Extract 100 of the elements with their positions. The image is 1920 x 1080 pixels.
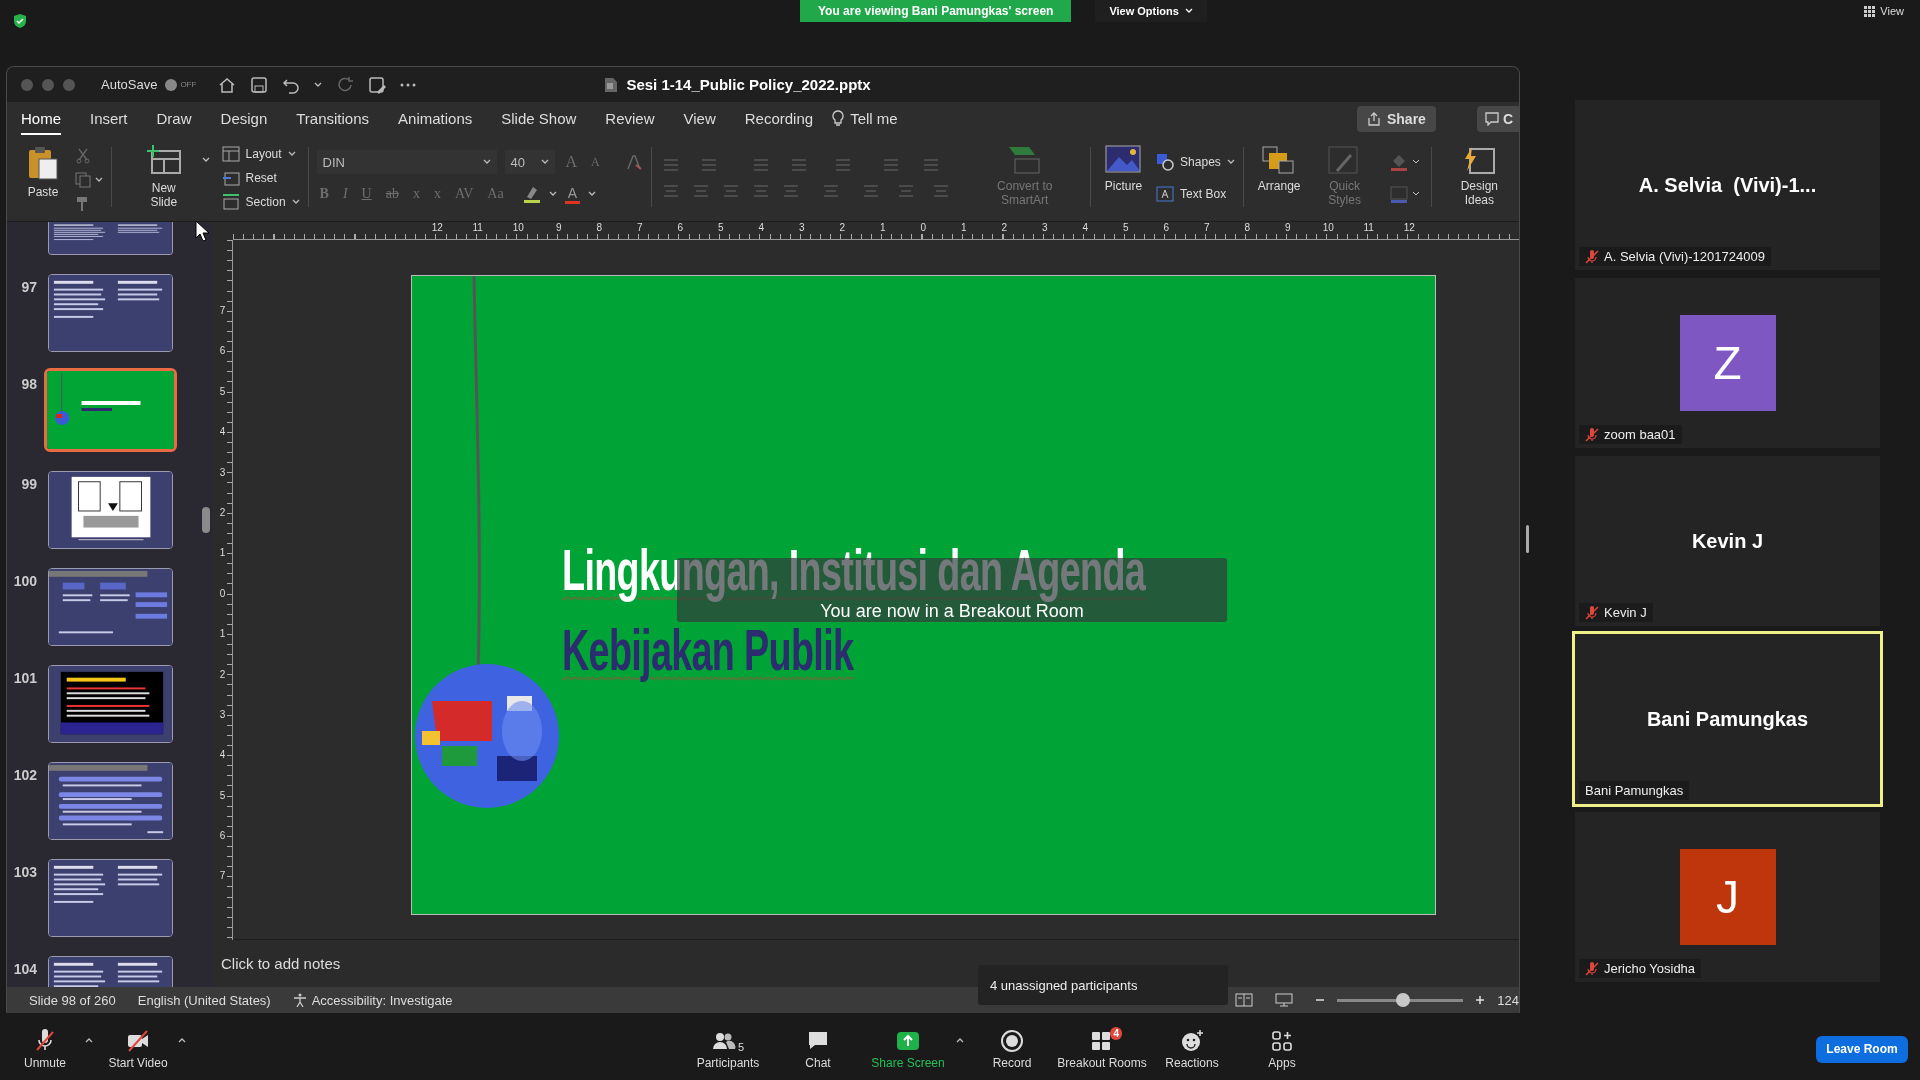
new-slide-button[interactable]: New Slide <box>133 135 194 221</box>
slide-thumbnail[interactable] <box>48 471 173 549</box>
design-ideas-button[interactable]: Design Ideas <box>1439 135 1519 221</box>
screen-share-banner: You are viewing Bani Pamungkas' screen <box>800 0 1072 22</box>
comments-button[interactable]: C <box>1476 105 1519 132</box>
caret-icon[interactable] <box>482 159 491 165</box>
caret-icon[interactable] <box>291 199 300 205</box>
avatar: Z <box>1679 315 1776 411</box>
caret-icon[interactable] <box>95 177 103 183</box>
language-label[interactable]: English (United States) <box>137 992 271 1008</box>
picture-icon <box>1105 145 1142 175</box>
ribbon-tab[interactable]: Transitions <box>296 104 370 136</box>
ribbon-tab[interactable]: Insert <box>90 104 128 136</box>
toolbar-button[interactable]: Record <box>967 1028 1057 1070</box>
toolbar-button[interactable]: 4 Breakout Rooms <box>1057 1028 1147 1070</box>
smartart-icon <box>1006 145 1043 175</box>
slide-thumbnail[interactable] <box>48 762 173 840</box>
highlighter-icon[interactable] <box>522 185 541 203</box>
toolbar-button[interactable]: Reactions <box>1147 1028 1237 1070</box>
font-color-button[interactable]: A <box>564 184 580 204</box>
slide-number: 99 <box>20 476 37 492</box>
font-dropdown[interactable]: DIN <box>316 150 497 174</box>
participant-name: A. Selvia (Vivi)-1... <box>1638 173 1817 197</box>
apps-icon <box>1270 1028 1294 1053</box>
ribbon-tab[interactable]: Draw <box>156 104 192 136</box>
arrange-button[interactable]: Arrange <box>1251 135 1307 221</box>
zoom-percent[interactable]: 124 <box>1497 992 1519 1008</box>
more-icon[interactable] <box>400 82 417 87</box>
redo-icon[interactable] <box>336 75 355 94</box>
slide-number: 104 <box>12 961 37 977</box>
caret-icon[interactable] <box>540 159 549 165</box>
comment-icon <box>1484 111 1499 126</box>
slide-thumbnail[interactable] <box>48 568 173 646</box>
resize-handle[interactable] <box>1526 525 1529 553</box>
reset-button[interactable]: Reset <box>221 168 300 188</box>
name-label: zoom baa01 <box>1579 425 1682 444</box>
camera-off-icon <box>126 1028 150 1053</box>
caret-icon[interactable] <box>201 157 210 163</box>
name-label: A. Selvia (Vivi)-1201724009 <box>1579 247 1771 266</box>
toolbar-button[interactable]: Unmute <box>8 1028 82 1070</box>
shapes-button[interactable]: Shapes <box>1156 152 1235 172</box>
record-icon <box>1000 1028 1024 1053</box>
slide-show-icon[interactable] <box>1275 993 1294 1007</box>
caret-icon[interactable] <box>1226 159 1235 165</box>
scrollbar-thumb[interactable] <box>202 507 210 533</box>
lightbulb-icon <box>832 109 845 128</box>
notes-placeholder[interactable]: Click to add notes <box>221 955 341 972</box>
section-button[interactable]: Section <box>221 192 300 212</box>
caret-icon[interactable] <box>287 151 296 157</box>
caret-icon[interactable] <box>178 1037 186 1043</box>
slide-thumbnail[interactable] <box>48 222 173 255</box>
ribbon-tab[interactable]: Recording <box>744 104 814 136</box>
normal-view-icon[interactable] <box>1235 993 1254 1007</box>
microphone-muted-icon <box>33 1028 57 1053</box>
toolbar-button[interactable]: 5 Participants <box>683 1028 773 1070</box>
layout-button[interactable]: Layout <box>221 144 300 164</box>
autosave-toggle[interactable]: OFF <box>165 78 197 91</box>
mouse-cursor-icon <box>195 220 211 242</box>
view-options-button[interactable]: View Options <box>1095 0 1207 22</box>
slide-thumbnail[interactable] <box>48 859 173 937</box>
clear-format-icon[interactable] <box>624 153 643 171</box>
slide-thumbnail[interactable] <box>48 274 173 352</box>
accessibility-button[interactable]: Accessibility: Investigate <box>292 992 453 1008</box>
toolbar-button[interactable]: Chat <box>773 1028 863 1070</box>
ribbon-tab[interactable]: Review <box>605 104 655 136</box>
text-box-button[interactable]: Text Box <box>1156 184 1235 204</box>
ribbon-tab[interactable]: Animations <box>398 104 473 136</box>
caret-icon[interactable] <box>548 191 557 197</box>
save-icon[interactable] <box>250 75 269 94</box>
home-icon[interactable] <box>218 75 237 94</box>
leave-room-button[interactable]: Leave Room <box>1816 1035 1908 1063</box>
slide-thumbnail[interactable] <box>44 368 177 452</box>
ribbon-tab[interactable]: Design <box>220 104 268 136</box>
picture-button[interactable]: Picture <box>1098 135 1149 221</box>
caret-icon[interactable] <box>85 1037 93 1043</box>
toolbar-button[interactable]: Apps <box>1237 1028 1327 1070</box>
slider-thumb[interactable] <box>1395 993 1410 1007</box>
paste-button[interactable]: Paste <box>21 135 65 221</box>
tell-me-search[interactable]: Tell me <box>832 109 898 128</box>
participant-name: Bani Pamungkas <box>1646 707 1809 731</box>
ribbon-tab[interactable]: View <box>683 104 716 136</box>
name-label: Kevin J <box>1579 603 1653 622</box>
view-button[interactable]: View <box>1864 0 1904 22</box>
scissors-icon[interactable] <box>75 148 91 164</box>
shapes-icon <box>1156 153 1175 171</box>
slide-thumbnail[interactable] <box>48 665 173 743</box>
slide-number: 102 <box>12 767 37 783</box>
slide-counter: Slide 98 of 260 <box>29 992 116 1008</box>
save-as-icon[interactable] <box>368 75 387 94</box>
font-size-dropdown[interactable]: 40 <box>504 150 555 174</box>
caret-icon[interactable] <box>956 1037 964 1043</box>
toolbar-button[interactable]: Share Screen <box>863 1028 953 1070</box>
zoom-in-icon[interactable] <box>1475 995 1486 1005</box>
count-badge: 4 <box>1110 1026 1122 1040</box>
caret-icon[interactable] <box>588 191 596 197</box>
share-button[interactable]: Share <box>1356 105 1436 132</box>
caret-icon[interactable] <box>314 81 323 88</box>
ribbon-tab[interactable]: Slide Show <box>501 104 577 136</box>
toolbar-button[interactable]: Start Video <box>101 1028 175 1070</box>
window-title: Sesi 1-14_Public Policy_2022.pptx <box>626 76 871 93</box>
